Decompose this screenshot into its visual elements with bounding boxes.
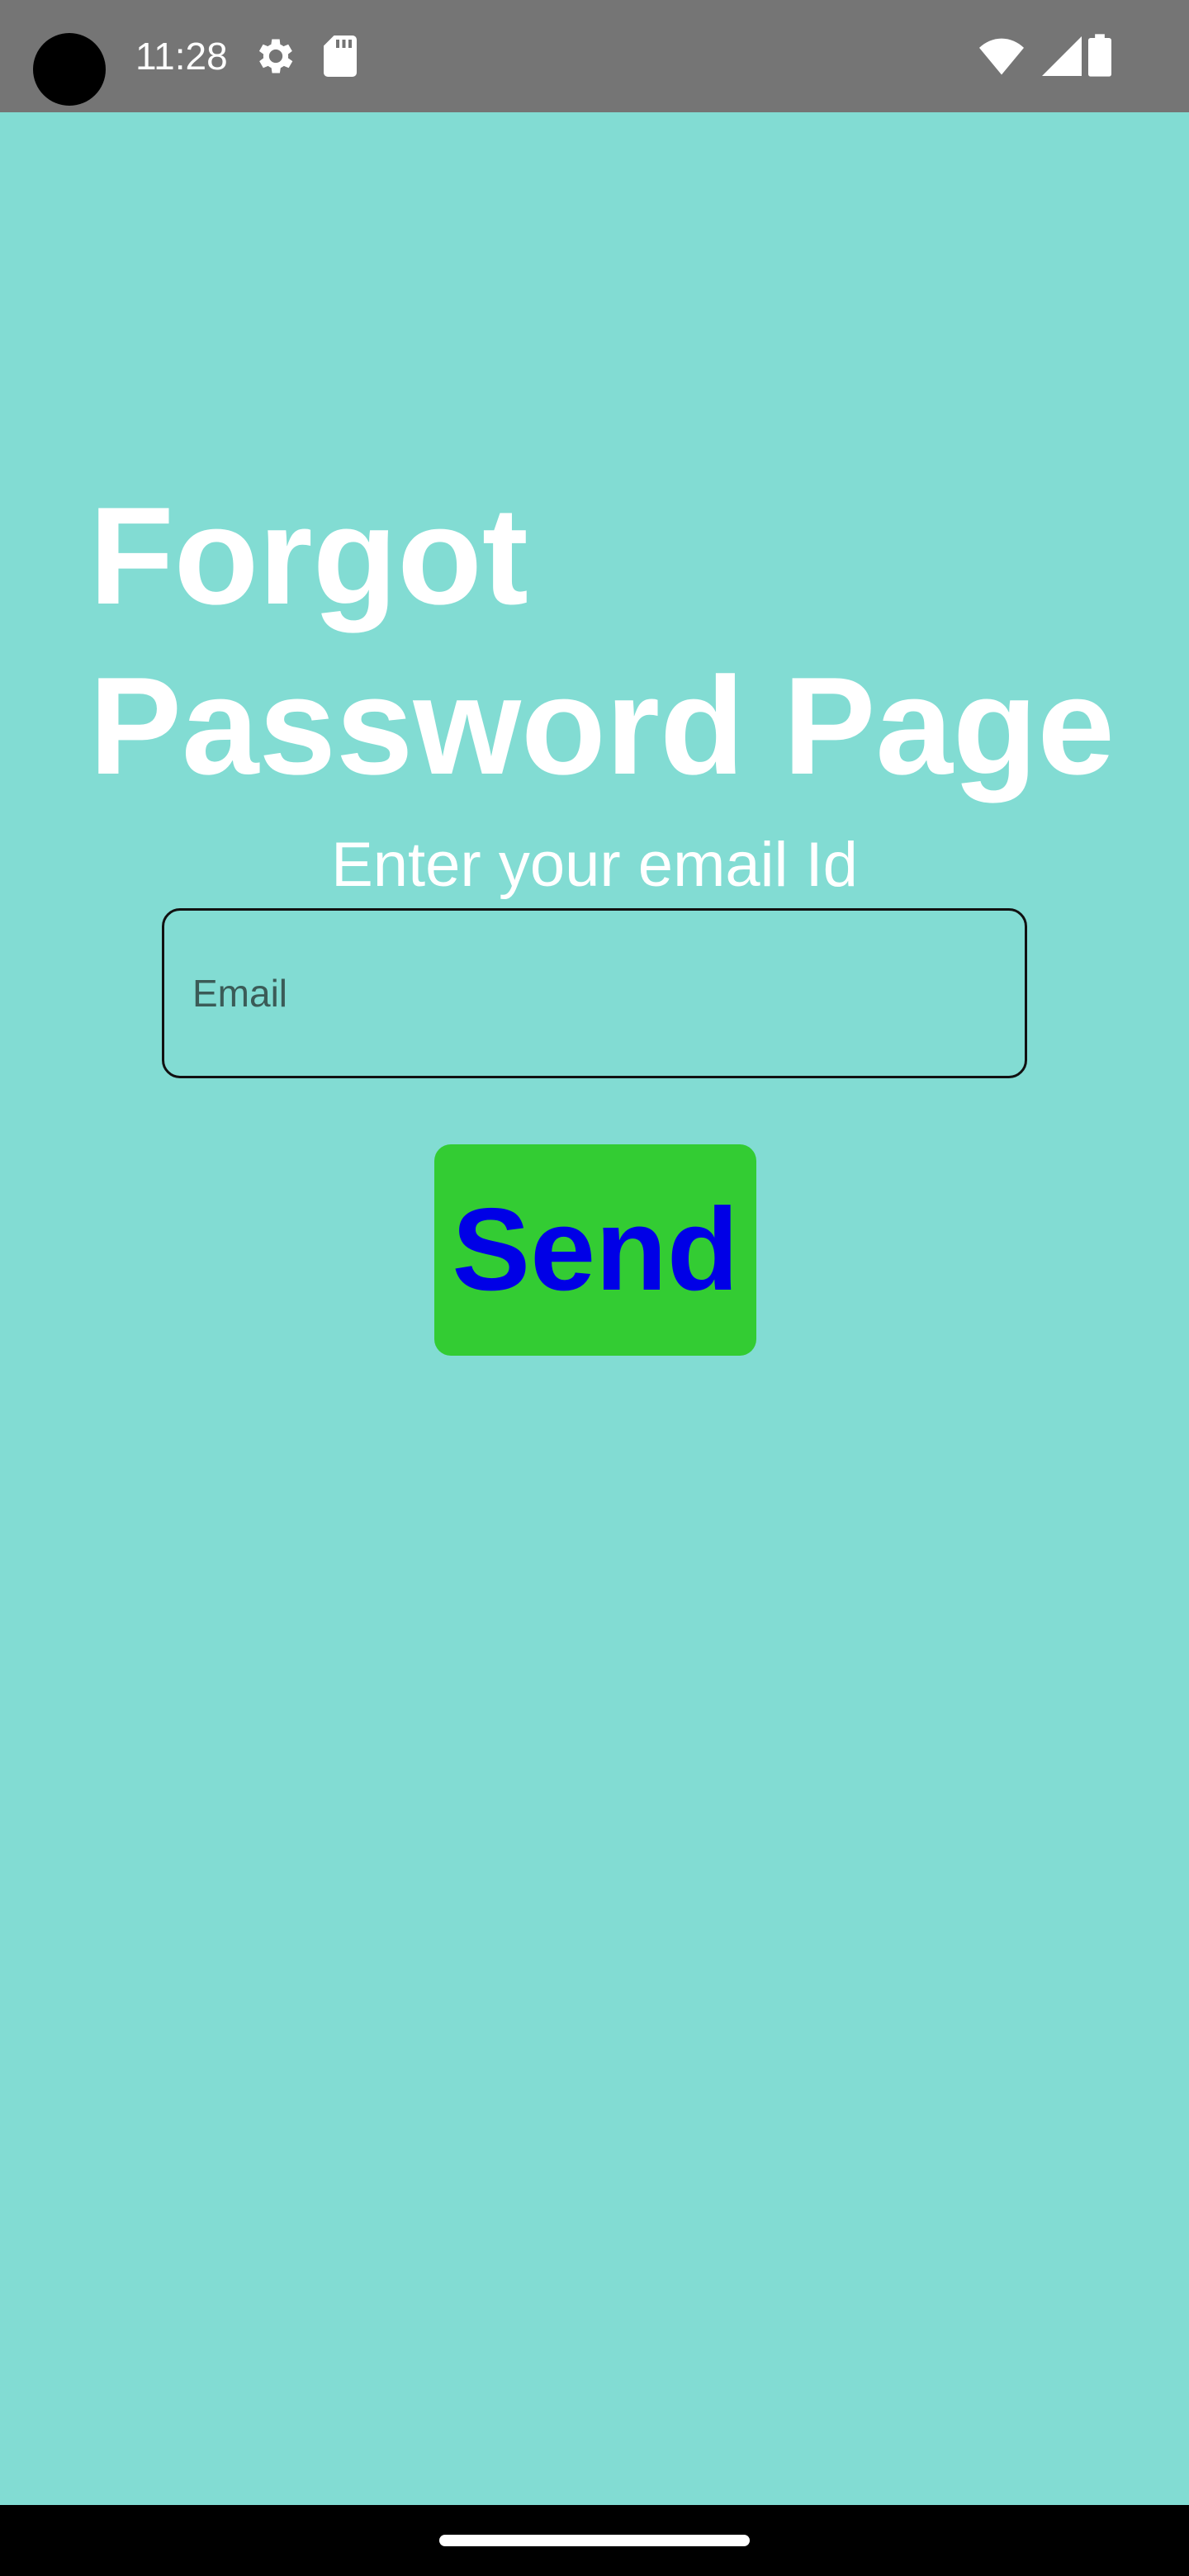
home-gesture-handle[interactable] xyxy=(439,2535,750,2546)
email-instruction: Enter your email Id xyxy=(331,830,858,900)
sd-card-icon xyxy=(324,35,357,82)
email-field[interactable]: Email xyxy=(162,908,1027,1078)
page-title: Forgot Password Page xyxy=(89,471,1163,811)
send-button[interactable]: Send xyxy=(434,1144,756,1356)
battery-icon xyxy=(1088,33,1111,82)
page-title-line1: Forgot xyxy=(89,478,528,633)
camera-cutout xyxy=(33,33,106,106)
email-placeholder: Email xyxy=(192,972,288,1015)
navigation-bar xyxy=(0,2505,1189,2576)
wifi-icon xyxy=(979,36,1024,80)
cell-signal-icon xyxy=(1042,36,1082,80)
send-button-label: Send xyxy=(452,1184,739,1315)
status-time: 11:28 xyxy=(135,35,228,78)
page-title-line2: Password Page xyxy=(89,648,1115,803)
status-bar: 11:28 xyxy=(0,0,1189,112)
settings-gear-icon xyxy=(253,33,299,83)
